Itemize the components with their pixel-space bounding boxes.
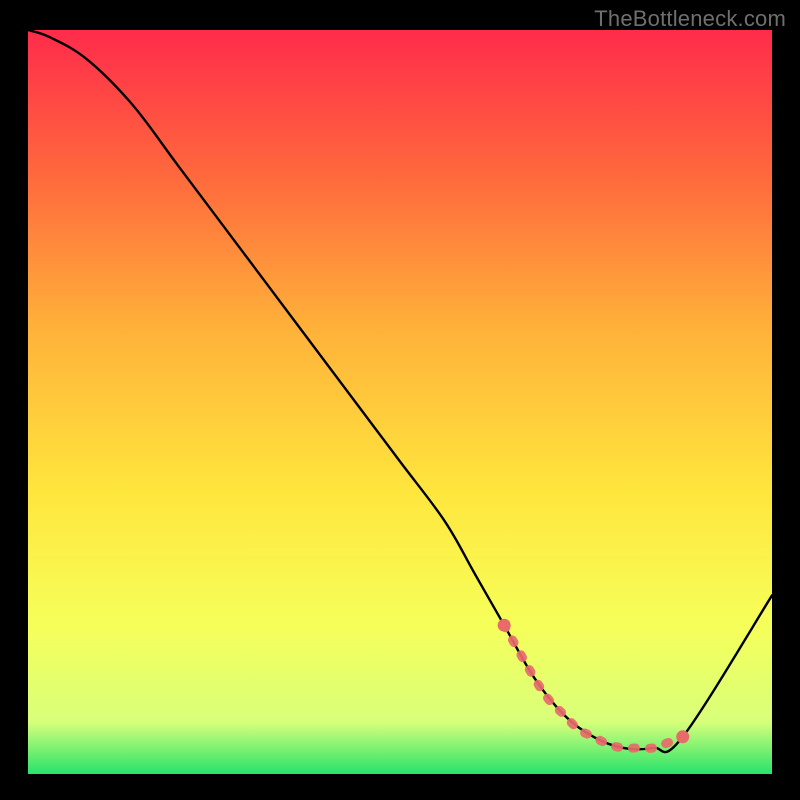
marker-dot xyxy=(498,619,511,632)
plot-area xyxy=(28,30,772,774)
marker-dot xyxy=(676,730,689,743)
watermark-text: TheBottleneck.com xyxy=(594,6,786,32)
gradient-background xyxy=(28,30,772,774)
chart-frame: TheBottleneck.com xyxy=(0,0,800,800)
plot-svg xyxy=(28,30,772,774)
